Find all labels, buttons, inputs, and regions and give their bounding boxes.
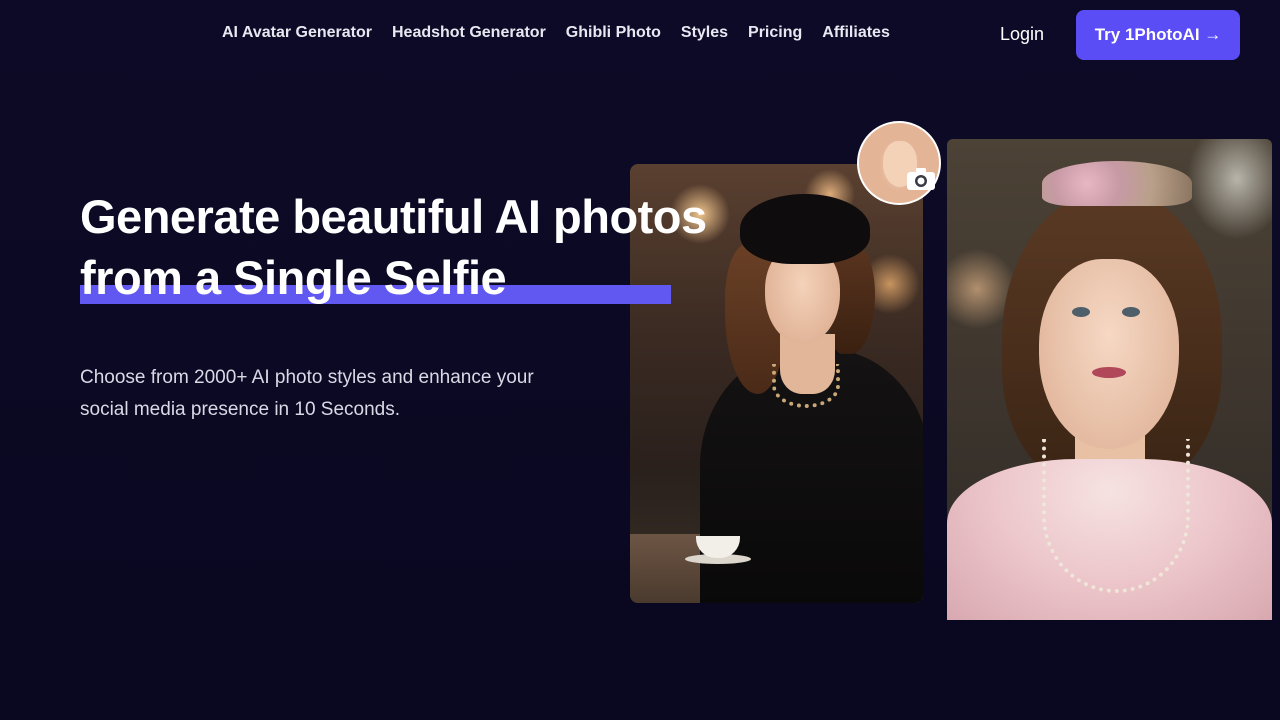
nav-link-ghibli-photo[interactable]: Ghibli Photo	[566, 24, 661, 41]
selfie-avatar	[857, 121, 941, 205]
try-1photoai-button[interactable]: Try 1PhotoAI →	[1076, 10, 1240, 60]
hero-title-line-2: from a Single Selfie	[80, 251, 507, 304]
nav-link-pricing[interactable]: Pricing	[748, 24, 802, 41]
top-navigation: AI Avatar Generator Headshot Generator G…	[0, 0, 1280, 68]
nav-link-affiliates[interactable]: Affiliates	[822, 24, 890, 41]
try-button-label: Try 1PhotoAI →	[1094, 25, 1222, 44]
hero-title: Generate beautiful AI photos from a Sing…	[80, 186, 780, 308]
login-link[interactable]: Login	[1000, 24, 1044, 45]
nav-link-styles[interactable]: Styles	[681, 24, 728, 41]
nav-link-headshot-generator[interactable]: Headshot Generator	[392, 24, 546, 41]
camera-icon	[906, 167, 936, 191]
hero-title-line-1: Generate beautiful AI photos	[80, 190, 707, 243]
sample-photo-princess	[947, 139, 1272, 620]
nav-links: AI Avatar Generator Headshot Generator G…	[222, 24, 890, 42]
hero-subtitle: Choose from 2000+ AI photo styles and en…	[80, 367, 534, 420]
landing-page: AI Avatar Generator Headshot Generator G…	[0, 0, 1280, 720]
nav-link-ai-avatar-generator[interactable]: AI Avatar Generator	[222, 24, 372, 41]
